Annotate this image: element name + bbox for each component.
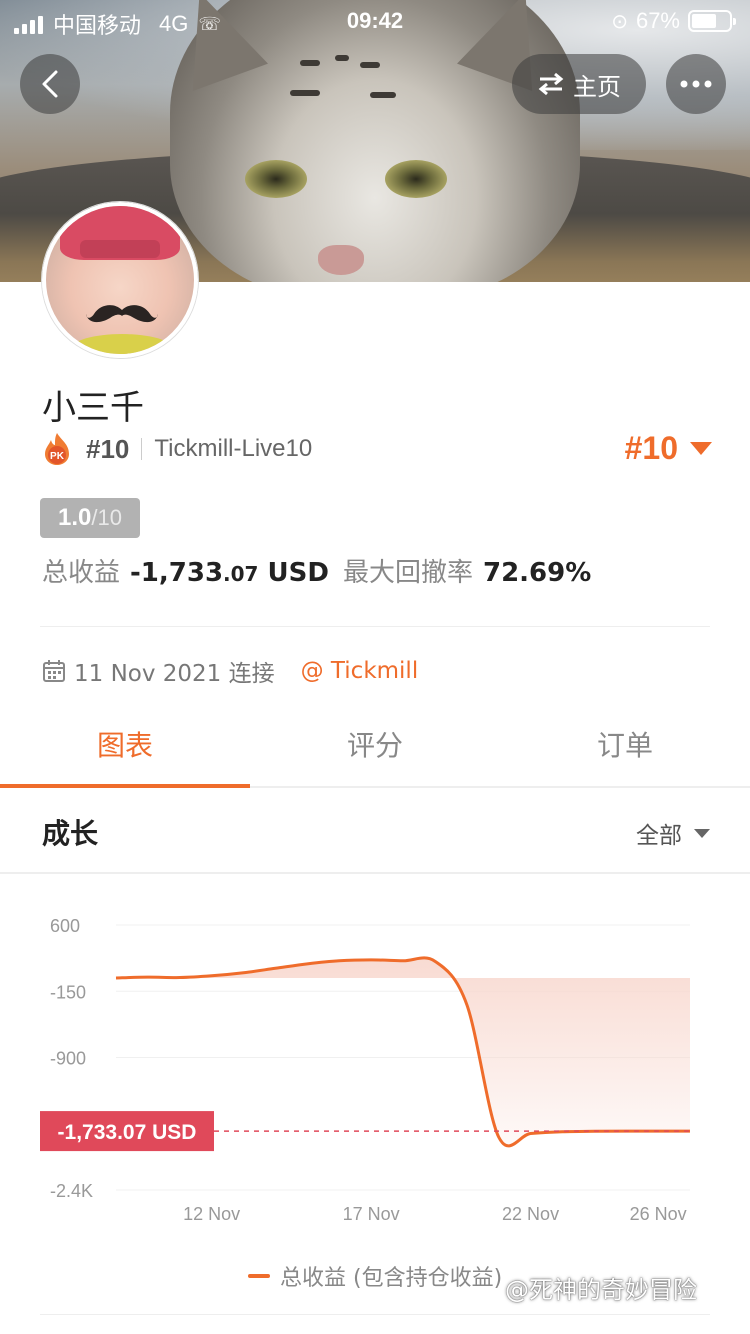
swap-icon (538, 72, 564, 96)
score-max: /10 (91, 505, 122, 530)
mustache-decoration (86, 305, 158, 323)
legend-swatch (248, 1274, 270, 1278)
chart-svg: 600 -150 -900 -2.4K 12 Nov 17 Nov 22 Nov 26 Nov… (40, 916, 691, 1224)
pk-rank: #10 (86, 433, 130, 464)
rank-dropdown-label: #10 (624, 430, 678, 466)
back-button[interactable] (20, 54, 80, 114)
drawdown-label: 最大回撤率 (342, 558, 473, 588)
battery-icon (688, 10, 736, 32)
tab-bar: 图表 评分 订单 (0, 708, 750, 788)
y-tick-label: 600 (50, 916, 80, 936)
rank-dropdown[interactable]: #10 (625, 430, 712, 467)
chart-legend: 总收益 (包含持仓收益) (248, 1260, 502, 1292)
svg-text:PK: PK (50, 451, 65, 462)
meta-row: 11 Nov 2021 连接 @ Tickmill (42, 654, 418, 688)
period-filter[interactable]: 全部 (636, 816, 710, 850)
battery-percent: 67% (635, 8, 680, 33)
home-label: 主页 (573, 73, 621, 101)
divider (40, 626, 710, 627)
score-badge: 1.0/10 (40, 498, 140, 538)
x-tick-label: 12 Nov (183, 1204, 240, 1224)
account-name: Tickmill-Live10 (154, 435, 313, 462)
profile-name: 小三千 (42, 388, 144, 428)
caret-down-icon (690, 442, 712, 455)
tab-chart[interactable]: 图表 (0, 708, 250, 788)
x-tick-label: 22 Nov (502, 1204, 559, 1224)
x-tick-label: 17 Nov (343, 1204, 400, 1224)
chevron-left-icon (42, 70, 58, 98)
growth-chart[interactable]: 600 -150 -900 -2.4K 12 Nov 17 Nov 22 Nov 26 Nov… (0, 880, 750, 1300)
y-tick-label: -150 (50, 982, 86, 1002)
home-button[interactable]: 主页 (512, 54, 646, 114)
section-header: 成长 全部 (0, 790, 750, 874)
avatar[interactable] (42, 202, 198, 358)
section-title: 成长 (42, 817, 99, 850)
more-icon (680, 80, 712, 88)
period-filter-label: 全部 (636, 823, 682, 849)
score-value: 1.0 (58, 504, 92, 531)
divider (40, 1314, 710, 1315)
total-return-value: -1,733.07 USD (130, 558, 329, 588)
calendar-icon (43, 660, 65, 682)
drawdown-value: 72.69% (482, 558, 592, 588)
total-return-label: 总收益 (42, 558, 121, 588)
y-tick-label: -900 (50, 1049, 86, 1069)
status-bar: 中国移动 4G ☏ 09:42 ⊙ 67% (0, 0, 750, 40)
current-value-label: -1,733.07 USD (58, 1121, 197, 1144)
orientation-lock-icon: ⊙ (611, 10, 628, 33)
more-button[interactable] (666, 54, 726, 114)
x-tick-label: 26 Nov (630, 1204, 687, 1224)
caret-down-icon (694, 828, 710, 838)
broker-link[interactable]: @ Tickmill (301, 658, 419, 684)
pk-flame-icon: PK (45, 433, 69, 465)
stats-row: 总收益 -1,733.07 USD 最大回撤率 72.69% (42, 552, 591, 589)
y-tick-label: -2.4K (50, 1181, 93, 1201)
tab-orders[interactable]: 订单 (500, 708, 750, 786)
rank-row: PK #10 Tickmill-Live10 #10 (42, 430, 712, 468)
tab-rating[interactable]: 评分 (250, 708, 500, 786)
connect-date: 11 Nov 2021 连接 (74, 661, 275, 687)
legend-label: 总收益 (包含持仓收益) (280, 1266, 503, 1291)
watermark: @死神的奇妙冒险 (505, 1276, 697, 1304)
